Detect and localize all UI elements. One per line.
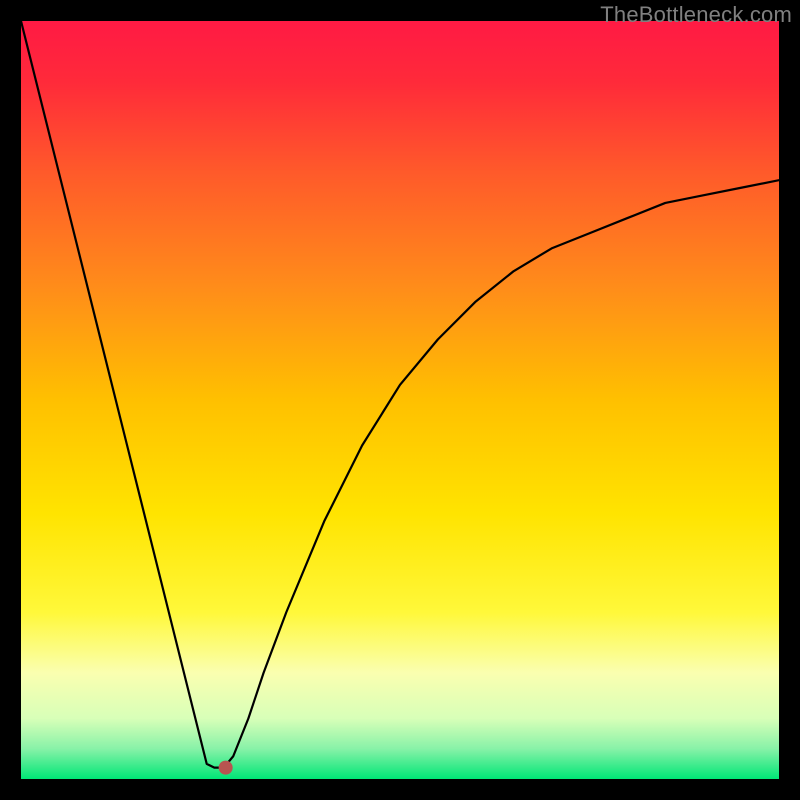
minimum-marker bbox=[219, 761, 233, 775]
plot-area bbox=[21, 21, 779, 779]
gradient-background bbox=[21, 21, 779, 779]
chart-svg bbox=[21, 21, 779, 779]
chart-frame: TheBottleneck.com bbox=[0, 0, 800, 800]
watermark-text: TheBottleneck.com bbox=[600, 2, 792, 28]
